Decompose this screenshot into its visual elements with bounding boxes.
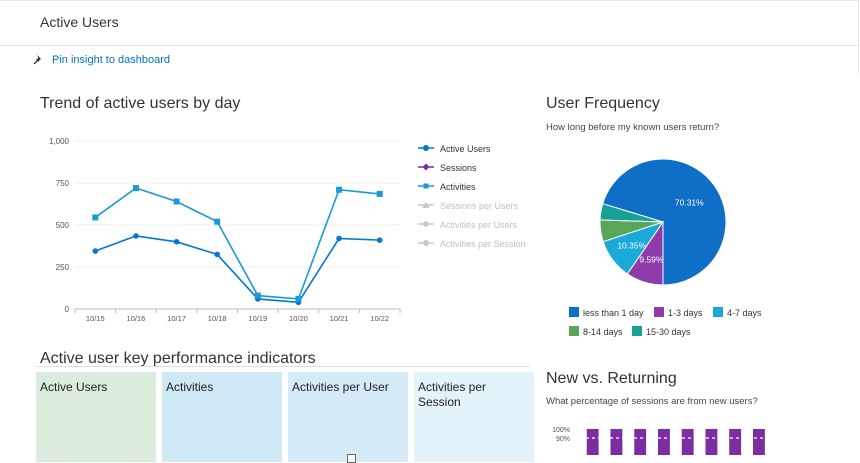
kpi-tile-label: Active Users <box>40 380 108 394</box>
x-tick-label: 10/22 <box>370 314 389 323</box>
bar <box>705 429 718 455</box>
pin-insight-link[interactable]: Pin insight to dashboard <box>52 54 170 66</box>
legend-item[interactable]: Activities per Users <box>418 220 517 230</box>
bar <box>681 429 694 455</box>
legend-marker-icon <box>418 201 434 208</box>
data-point <box>173 239 180 245</box>
kpi-tile-active-users[interactable]: Active Users <box>36 372 156 462</box>
x-tick-label: 10/21 <box>330 314 349 323</box>
legend-label: Active Users <box>440 144 491 154</box>
legend-item[interactable]: Sessions <box>418 163 477 173</box>
pin-toolbar: Pin insight to dashboard <box>0 46 859 74</box>
pie-legend-item[interactable]: 15-30 days <box>632 326 691 337</box>
legend-item[interactable]: Activities <box>418 182 476 192</box>
trend-chart-title: Trend of active users by day <box>40 95 241 112</box>
kpi-tile-label: Activities per User <box>292 380 389 394</box>
y-tick-label: 100% <box>552 427 570 434</box>
data-point <box>214 218 221 225</box>
legend-label: 15-30 days <box>646 327 691 337</box>
legend-swatch <box>713 307 723 317</box>
kpi-tile-activities-per-session[interactable]: Activities per Session <box>414 372 534 462</box>
y-tick-label: 0 <box>65 305 70 314</box>
data-point <box>336 186 343 193</box>
data-point <box>254 292 261 299</box>
pie-legend-item[interactable]: 4-7 days <box>713 307 762 318</box>
legend-marker-icon <box>418 220 434 228</box>
legend-marker-icon <box>418 163 434 171</box>
legend-label: Sessions per Users <box>440 201 519 211</box>
legend-marker-icon <box>418 240 434 246</box>
legend-item[interactable]: Activities per Session <box>418 239 526 249</box>
pie-legend-item[interactable]: 8-14 days <box>569 326 623 337</box>
legend-label: 1-3 days <box>668 308 703 318</box>
kpi-tile-activities-per-user[interactable]: Activities per User <box>288 372 408 463</box>
x-tick-label: 10/19 <box>248 314 267 323</box>
pie-slice-label: 9.59% <box>639 254 664 264</box>
bar <box>610 429 623 455</box>
kpi-tile-label: Activities per Session <box>418 380 487 409</box>
y-tick-label: 90% <box>556 436 570 443</box>
x-tick-label: 10/17 <box>167 314 186 323</box>
pie-slice-label: 10.35% <box>617 240 646 250</box>
new-vs-returning-bar-chart: 100% 90% <box>552 427 772 455</box>
bar <box>729 429 742 455</box>
trend-line-chart: 0 250 500 750 1,000 10/15 10/16 10/17 10/18 10/19… <box>49 137 401 323</box>
legend-swatch <box>569 307 579 317</box>
legend-label: 4-7 days <box>727 308 762 318</box>
legend-label: Activities <box>440 182 476 192</box>
pie-legend-item[interactable]: 1-3 days <box>654 307 703 318</box>
data-point <box>214 251 220 258</box>
kpi-tile-label: Activities <box>166 380 214 394</box>
frequency-subtitle: How long before my known users return? <box>546 122 720 133</box>
new-vs-returning-subtitle: What percentage of sessions are from new… <box>546 396 758 407</box>
tile-checkbox-icon[interactable] <box>347 454 356 463</box>
frequency-title: User Frequency <box>546 95 660 112</box>
data-point <box>295 295 302 302</box>
new-vs-returning-title: New vs. Returning <box>546 370 677 387</box>
y-tick-label: 1,000 <box>49 137 70 146</box>
legend-item[interactable]: Sessions per Users <box>418 201 518 211</box>
page-title: Active Users <box>40 14 119 30</box>
pie-legend-item[interactable]: less than 1 day <box>569 307 644 318</box>
series-line-activities <box>94 187 380 300</box>
legend-swatch <box>654 307 664 317</box>
legend-item[interactable]: Active Users <box>418 144 491 154</box>
series-line-active-users <box>95 235 380 304</box>
legend-swatch <box>632 326 642 336</box>
kpi-tile-activities[interactable]: Activities <box>162 372 282 462</box>
data-point <box>336 235 342 242</box>
y-tick-label: 500 <box>56 221 70 230</box>
y-tick-label: 750 <box>56 179 70 188</box>
legend-label: Activities per Users <box>440 220 518 230</box>
legend-label: Activities per Session <box>440 239 526 249</box>
legend-label: less than 1 day <box>583 308 644 318</box>
pin-icon[interactable] <box>32 54 44 66</box>
data-point <box>376 237 383 243</box>
y-tick-label: 250 <box>56 263 70 272</box>
legend-label: 8-14 days <box>583 327 623 337</box>
x-tick-label: 10/15 <box>86 314 105 323</box>
data-point <box>92 214 99 221</box>
page-header: Active Users <box>0 0 859 46</box>
x-tick-label: 10/20 <box>289 314 308 323</box>
data-point <box>173 198 180 205</box>
bar <box>634 429 647 455</box>
bar <box>658 429 670 455</box>
frequency-pie-chart: 70.31% 9.59% 10.35% <box>599 158 727 286</box>
pie-slice-label: 70.31% <box>675 197 704 207</box>
legend-marker-icon <box>418 183 434 189</box>
data-point <box>133 233 139 239</box>
bar <box>753 429 765 455</box>
legend-swatch <box>569 326 579 336</box>
legend-label: Sessions <box>440 163 477 173</box>
legend-marker-icon <box>418 145 434 151</box>
kpi-divider <box>36 366 530 367</box>
data-point <box>92 248 99 254</box>
data-point <box>376 190 383 197</box>
x-tick-label: 10/16 <box>127 314 146 323</box>
data-point <box>132 185 139 192</box>
bar <box>586 429 599 455</box>
x-tick-label: 10/18 <box>208 314 227 323</box>
